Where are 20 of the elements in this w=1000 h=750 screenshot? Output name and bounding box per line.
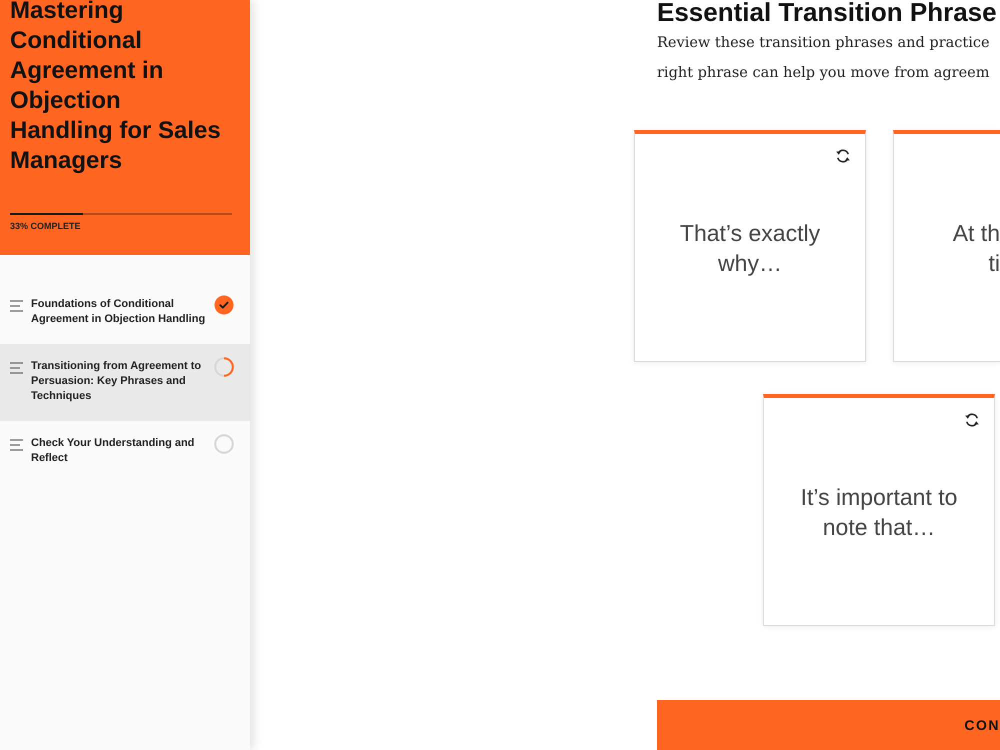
flip-icon xyxy=(964,412,980,428)
flip-card[interactable]: That’s exactly why… xyxy=(634,130,866,362)
flip-card[interactable]: At th ti xyxy=(893,130,1000,362)
lesson-item[interactable]: Transitioning from Agreement to Persuasion: Key Phrases and Techniques xyxy=(0,344,250,421)
lesson-item[interactable]: Foundations of Conditional Agreement in Objection Handling xyxy=(0,282,250,344)
progress-label: 33% COMPLETE xyxy=(10,221,81,232)
continue-button[interactable]: CON xyxy=(657,700,1000,750)
completed-check-icon xyxy=(214,295,234,315)
section-heading: Essential Transition Phrase xyxy=(657,0,997,24)
intro-text: Review these transition phrases and practice xyxy=(657,34,990,53)
flip-icon xyxy=(835,148,851,164)
lesson-item[interactable]: Check Your Understanding and Reflect xyxy=(0,421,250,483)
intro-text: right phrase can help you move from agreem xyxy=(657,64,990,83)
lines-icon xyxy=(10,300,23,312)
progress-ring-icon xyxy=(214,357,234,377)
course-title: Mastering Conditional Agreement in Objection Handling for Sales Managers xyxy=(10,0,222,176)
lines-icon xyxy=(10,439,23,451)
flip-card[interactable]: It’s important to note that… xyxy=(763,394,995,626)
lines-icon xyxy=(10,362,23,374)
empty-ring-icon xyxy=(214,434,234,454)
